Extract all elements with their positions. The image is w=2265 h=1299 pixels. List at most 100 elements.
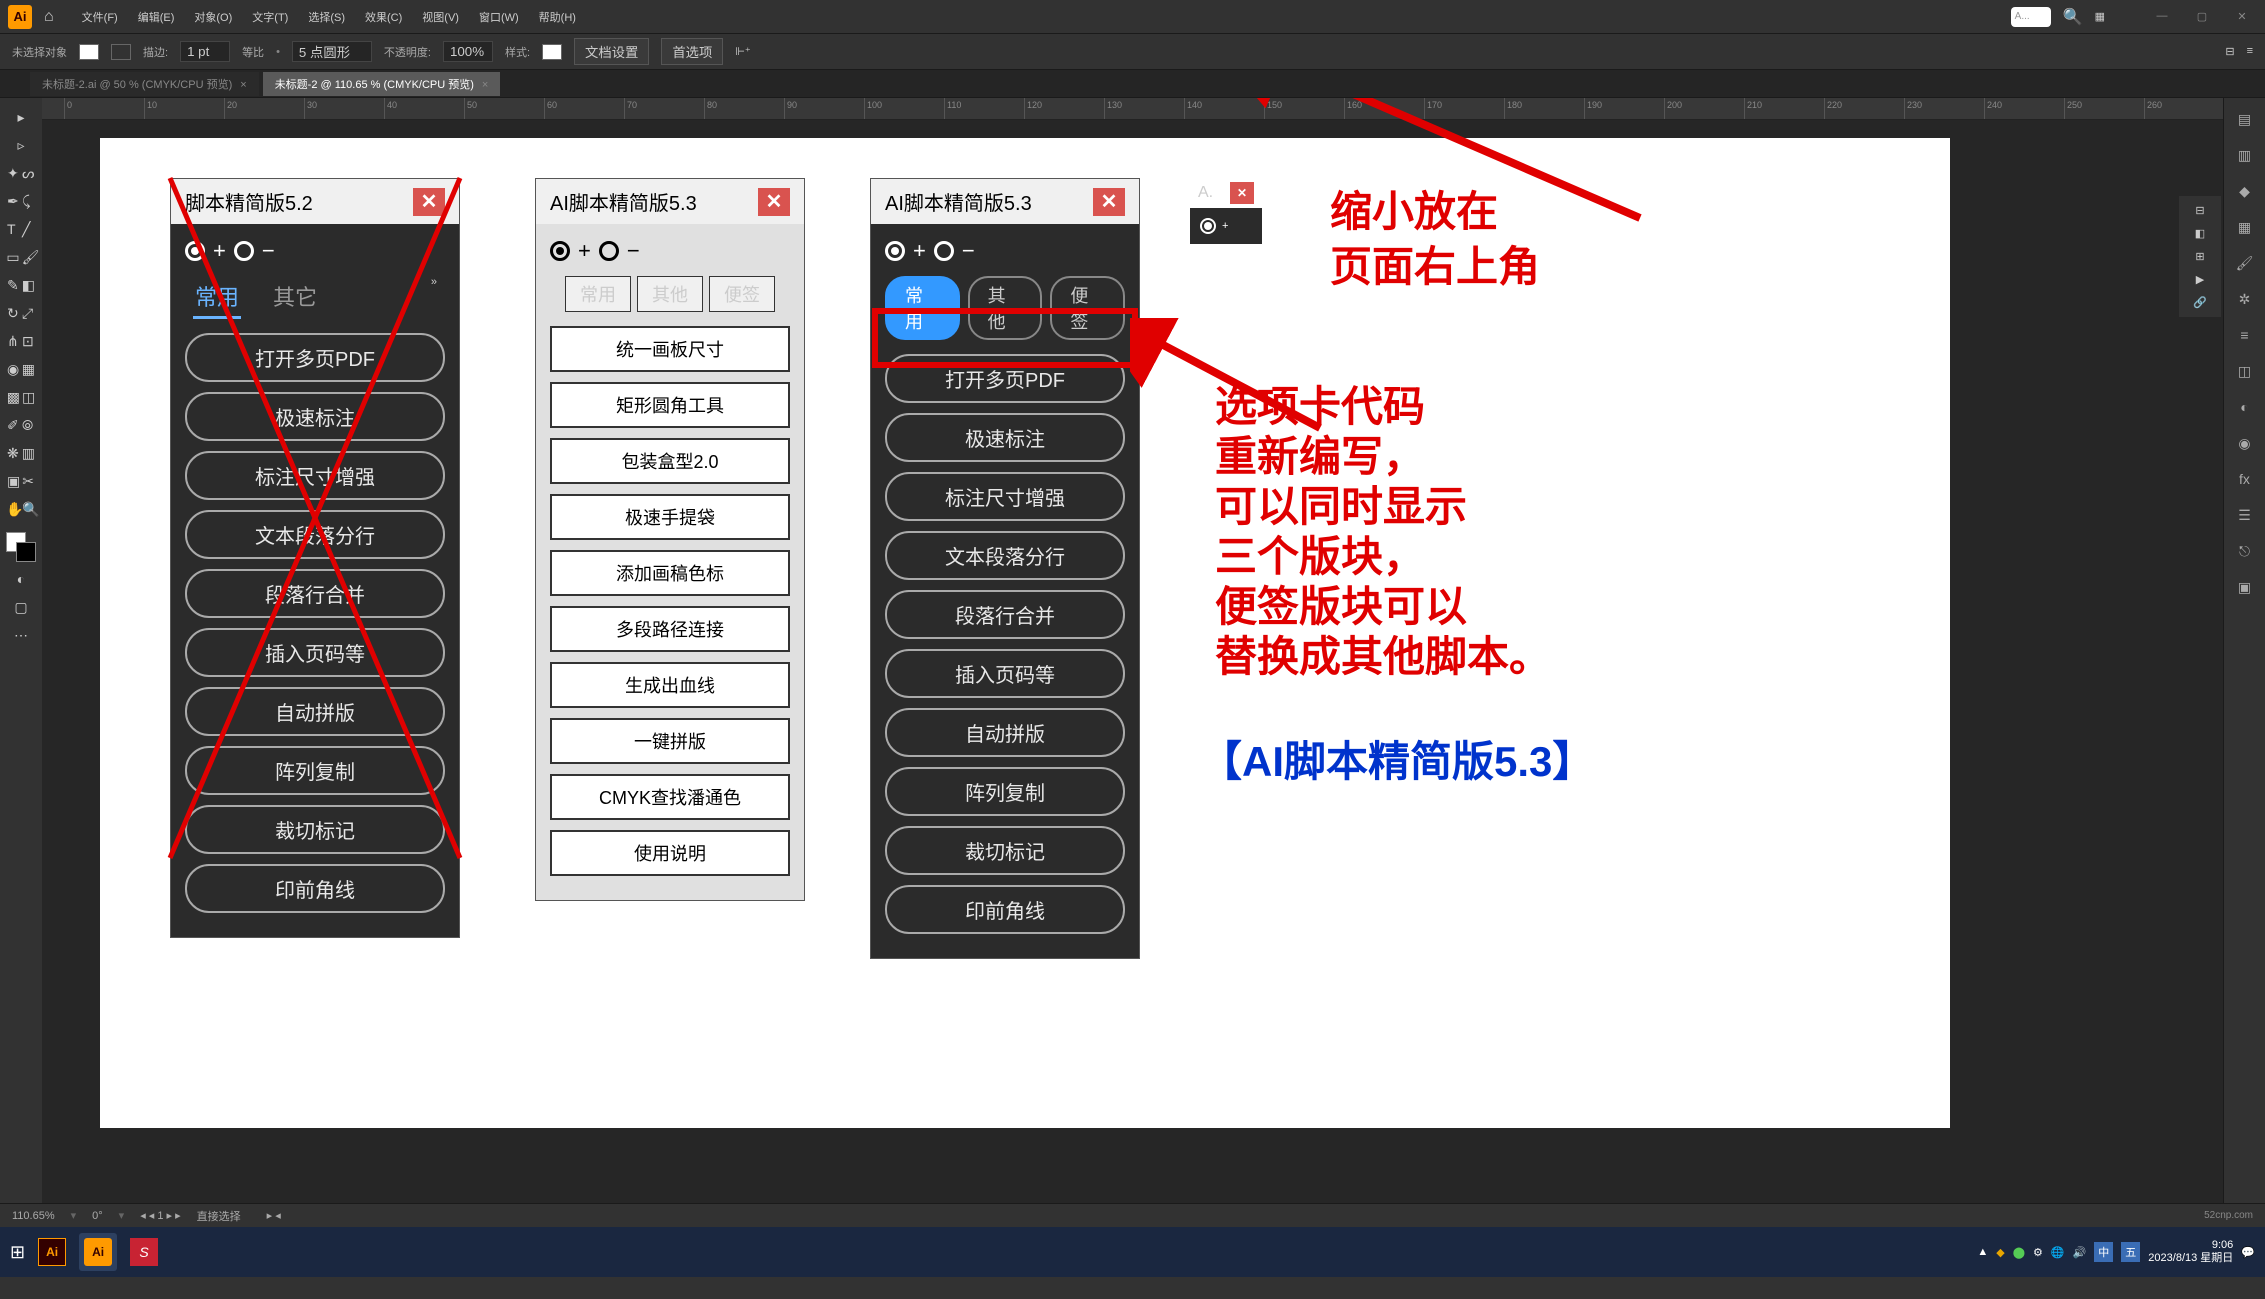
links-icon[interactable]: 🔗 bbox=[2193, 296, 2207, 309]
doc-tab-1[interactable]: 未标题-2.ai @ 50 % (CMYK/CPU 预览)× bbox=[30, 72, 259, 96]
rotation[interactable]: 0° bbox=[92, 1210, 103, 1222]
canvas[interactable]: 0102030405060708090100110120130140150160… bbox=[42, 98, 2223, 1203]
script-button[interactable]: 自动拼版 bbox=[885, 708, 1125, 757]
slice-tool[interactable]: ✂ bbox=[22, 473, 35, 490]
opacity-input[interactable] bbox=[443, 41, 493, 62]
panel-menu-icon[interactable]: ≡ bbox=[2247, 45, 2253, 58]
radio-off[interactable] bbox=[234, 241, 254, 261]
uniform-label[interactable]: 等比 bbox=[242, 44, 264, 60]
line-tool[interactable]: ╱ bbox=[22, 221, 35, 238]
appearance-icon[interactable]: ◉ bbox=[2232, 430, 2258, 456]
menu-effect[interactable]: 效果(C) bbox=[357, 5, 410, 29]
hand-tool[interactable]: ✋ bbox=[6, 501, 20, 518]
script-button[interactable]: 矩形圆角工具 bbox=[550, 382, 790, 428]
radio-on[interactable] bbox=[550, 241, 570, 261]
doc-setup-button[interactable]: 文档设置 bbox=[574, 38, 649, 65]
tray-icon[interactable]: ⚙ bbox=[2033, 1246, 2043, 1259]
menu-file[interactable]: 文件(F) bbox=[74, 5, 126, 29]
align-icon[interactable]: ⊟ bbox=[2195, 204, 2204, 217]
shape-builder-tool[interactable]: ◉ bbox=[7, 361, 20, 378]
panel-titlebar[interactable]: A. ✕ bbox=[1190, 178, 1262, 208]
script-button[interactable]: 文本段落分行 bbox=[885, 531, 1125, 580]
brush-tool[interactable]: 🖌 bbox=[22, 249, 36, 266]
taskbar-app-ai-active[interactable]: Ai bbox=[79, 1233, 117, 1271]
close-button[interactable]: ✕ bbox=[413, 188, 445, 216]
free-transform-tool[interactable]: ⊡ bbox=[22, 333, 35, 350]
notifications-icon[interactable]: 💬 bbox=[2241, 1246, 2255, 1259]
blend-tool[interactable]: ⦾ bbox=[22, 417, 35, 434]
script-button[interactable]: 阵列复制 bbox=[885, 767, 1125, 816]
script-button[interactable]: 包装盒型2.0 bbox=[550, 438, 790, 484]
script-button[interactable]: 极速标注 bbox=[885, 413, 1125, 462]
close-icon[interactable]: × bbox=[240, 79, 246, 91]
stroke-icon[interactable]: ≡ bbox=[2232, 322, 2258, 348]
menu-object[interactable]: 对象(O) bbox=[186, 5, 240, 29]
panel-titlebar[interactable]: AI脚本精简版5.3 ✕ bbox=[536, 179, 804, 224]
perspective-tool[interactable]: ▦ bbox=[22, 361, 35, 378]
artboard-tool[interactable]: ▣ bbox=[7, 473, 20, 490]
script-button[interactable]: 一键拼版 bbox=[550, 718, 790, 764]
script-button[interactable]: 段落行合并 bbox=[185, 569, 445, 618]
arrange-icon[interactable]: ▦ bbox=[2095, 10, 2105, 23]
search-icon[interactable]: 🔍 bbox=[2063, 7, 2083, 27]
brush-input[interactable] bbox=[292, 41, 372, 62]
eraser-tool[interactable]: ◧ bbox=[22, 277, 35, 294]
selection-tool[interactable]: ▸ bbox=[7, 106, 35, 128]
script-button[interactable]: 文本段落分行 bbox=[185, 510, 445, 559]
script-button[interactable]: 裁切标记 bbox=[885, 826, 1125, 875]
libraries-icon[interactable]: ▥ bbox=[2232, 142, 2258, 168]
draw-mode[interactable]: ◐ bbox=[7, 568, 35, 590]
script-button[interactable]: 统一画板尺寸 bbox=[550, 326, 790, 372]
close-icon[interactable]: × bbox=[482, 79, 488, 91]
graph-tool[interactable]: ▥ bbox=[22, 445, 35, 462]
tab-common[interactable]: 常用 bbox=[565, 276, 631, 312]
script-button[interactable]: 印前角线 bbox=[185, 864, 445, 913]
tab-notes[interactable]: 便签 bbox=[709, 276, 775, 312]
script-button[interactable]: 多段路径连接 bbox=[550, 606, 790, 652]
maximize-button[interactable]: ▢ bbox=[2187, 10, 2217, 23]
script-button[interactable]: 添加画稿色标 bbox=[550, 550, 790, 596]
tray-icon[interactable]: ◆ bbox=[1996, 1246, 2004, 1259]
prefs-button[interactable]: 首选项 bbox=[661, 38, 723, 65]
taskbar-app-other[interactable]: S bbox=[125, 1233, 163, 1271]
symbol-tool[interactable]: ❋ bbox=[7, 445, 20, 462]
minimize-button[interactable]: — bbox=[2147, 10, 2177, 23]
screen-mode[interactable]: ▢ bbox=[7, 596, 35, 618]
fill-swatch[interactable] bbox=[79, 44, 99, 60]
panel-titlebar[interactable]: 脚本精简版5.2 ✕ bbox=[171, 179, 459, 224]
symbols-icon[interactable]: ✲ bbox=[2232, 286, 2258, 312]
search-mini[interactable]: A... bbox=[2011, 7, 2051, 27]
ime-icon[interactable]: 中 bbox=[2094, 1242, 2113, 1262]
align-icon[interactable]: ⊩⁺ bbox=[735, 45, 750, 58]
script-button[interactable]: CMYK查找潘通色 bbox=[550, 774, 790, 820]
script-button[interactable]: 段落行合并 bbox=[885, 590, 1125, 639]
radio-on[interactable] bbox=[1200, 218, 1216, 234]
mesh-tool[interactable]: ▩ bbox=[7, 389, 20, 406]
stroke-input[interactable] bbox=[180, 41, 230, 62]
home-icon[interactable]: ⌂ bbox=[44, 8, 54, 26]
script-button[interactable]: 自动拼版 bbox=[185, 687, 445, 736]
pen-tool[interactable]: ✒ bbox=[7, 193, 20, 210]
script-button[interactable]: 插入页码等 bbox=[885, 649, 1125, 698]
transform-icon[interactable]: ⊞ bbox=[2195, 250, 2204, 263]
close-button[interactable]: ✕ bbox=[758, 188, 790, 216]
script-button[interactable]: 使用说明 bbox=[550, 830, 790, 876]
artboard-nav[interactable]: ◂ ◂ 1 ▸ ▸ bbox=[140, 1209, 180, 1222]
menu-help[interactable]: 帮助(H) bbox=[531, 5, 584, 29]
menu-select[interactable]: 选择(S) bbox=[300, 5, 353, 29]
gradient-icon[interactable]: ◫ bbox=[2232, 358, 2258, 384]
properties-icon[interactable]: ▤ bbox=[2232, 106, 2258, 132]
stroke-swatch[interactable] bbox=[111, 44, 131, 60]
shaper-tool[interactable]: ✎ bbox=[7, 277, 20, 294]
panel-titlebar[interactable]: AI脚本精简版5.3 ✕ bbox=[871, 179, 1139, 224]
script-button[interactable]: 生成出血线 bbox=[550, 662, 790, 708]
start-button[interactable]: ⊞ bbox=[10, 1242, 25, 1263]
radio-on[interactable] bbox=[185, 241, 205, 261]
taskbar-app-ai[interactable]: Ai bbox=[33, 1233, 71, 1271]
wand-tool[interactable]: ✦ bbox=[7, 165, 20, 182]
color-swatches[interactable] bbox=[6, 532, 36, 562]
rotate-tool[interactable]: ↻ bbox=[7, 305, 20, 322]
transparency-icon[interactable]: ◐ bbox=[2232, 394, 2258, 420]
rect-tool[interactable]: ▭ bbox=[6, 249, 19, 266]
script-button[interactable]: 打开多页PDF bbox=[185, 333, 445, 382]
